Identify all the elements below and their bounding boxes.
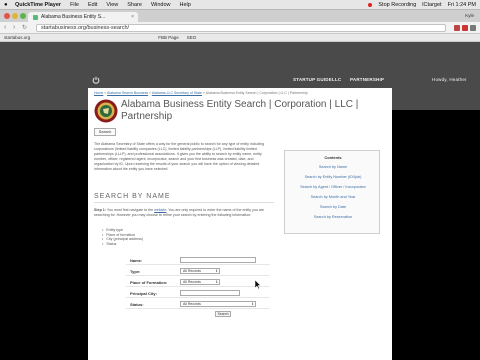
step1-text: You must first navigate to the (105, 208, 155, 212)
submit-search-button[interactable]: Search (215, 311, 231, 317)
state-seal-icon (94, 99, 118, 123)
form-row: Principal City: (126, 288, 270, 298)
form-row: Name: (126, 255, 270, 265)
name-input[interactable] (180, 257, 256, 263)
menu-view[interactable]: View (106, 2, 118, 8)
menu-help[interactable]: Help (180, 2, 191, 8)
contents-link[interactable]: Search by Date (285, 205, 381, 209)
back-icon[interactable]: ‹ (4, 24, 6, 32)
close-tab-icon[interactable]: × (131, 14, 134, 20)
website-link[interactable]: website (154, 208, 166, 212)
menubar: ● QuickTime Player File Edit View Share … (0, 0, 480, 10)
list-item: City (principal address) (102, 237, 143, 242)
zoom-window-icon[interactable] (20, 13, 26, 19)
contents-link[interactable]: Search by Reservation (285, 215, 381, 219)
step1-label: Step 1: (94, 208, 106, 212)
menubar-status: Stop Recording lCtarget Fri 1:24 PM (362, 2, 476, 8)
contents-box: Contents Search by Name Search by Entity… (284, 150, 380, 234)
type-label: Type: (130, 269, 141, 274)
menu-share[interactable]: Share (127, 2, 142, 8)
section-heading: SEARCH BY NAME (94, 193, 171, 200)
place-of-formation-select[interactable]: All Records (180, 279, 220, 285)
reload-icon[interactable]: ↻ (22, 24, 27, 32)
minimize-window-icon[interactable] (12, 13, 18, 19)
search-button[interactable]: Search (94, 128, 116, 136)
bookmarks-bar: startabus.org FBB Page SEO (0, 34, 480, 42)
intro-paragraph: The Alabama Secretary of State offers a … (94, 142, 265, 171)
bookmark-item[interactable]: FBB Page (158, 35, 179, 40)
step1-paragraph: Step 1: You must first navigate to the w… (94, 208, 274, 218)
breadcrumb-link[interactable]: Alabama Search Business (107, 91, 148, 95)
power-icon[interactable] (92, 76, 100, 84)
breadcrumb-current: » Alabama Business Entity Search | Corpo… (202, 91, 308, 95)
menubar-user[interactable]: lCtarget (422, 2, 441, 8)
forward-icon[interactable]: › (13, 24, 15, 32)
menu-icon[interactable] (470, 25, 476, 31)
status-select[interactable]: All Records (180, 301, 256, 307)
name-label: Name: (130, 258, 143, 263)
profile-badge[interactable]: Kyle (465, 13, 474, 18)
menu-window[interactable]: Window (151, 2, 171, 8)
principal-city-input[interactable] (180, 290, 240, 296)
mouse-cursor-icon (255, 280, 261, 289)
contents-link[interactable]: Search by Name (285, 165, 381, 169)
favicon-icon (33, 14, 38, 20)
breadcrumb-link[interactable]: Alabama LLC Secretary of State (152, 91, 202, 95)
screen: ● QuickTime Player File Edit View Share … (0, 0, 480, 360)
breadcrumb-home[interactable]: Home (94, 91, 103, 95)
menu-quicktime[interactable]: QuickTime Player (15, 2, 61, 8)
contents-link[interactable]: Search by Month and Year (285, 195, 381, 199)
page-title: Alabama Business Entity Search | Corpora… (121, 99, 359, 122)
content-page: Home » Alabama Search Business » Alabama… (88, 88, 392, 360)
nav-user[interactable]: Howdy, Heather (432, 77, 467, 82)
apple-icon[interactable]: ● (4, 2, 12, 8)
type-select[interactable]: All Records (180, 268, 220, 274)
list-item: Status (102, 242, 143, 247)
browser-tab[interactable]: Alabama Business Entity S... × (28, 12, 138, 22)
bookmark-item[interactable]: SEO (187, 35, 197, 40)
section-divider (94, 202, 274, 203)
menubar-clock: Fri 1:24 PM (447, 1, 476, 8)
record-icon (368, 2, 373, 7)
stop-recording[interactable]: Stop Recording (378, 2, 416, 8)
extension-icon[interactable] (462, 25, 468, 31)
status-label: Status: (130, 302, 144, 307)
nav-partnership[interactable]: PARTNERSHIP (350, 77, 384, 82)
extension-icons (452, 25, 476, 31)
address-input[interactable]: startabusiness.org/business-search/ (36, 24, 446, 32)
contents-title: Contents (324, 155, 342, 160)
nav-llc[interactable]: LLC (332, 77, 341, 82)
place-of-formation-label: Place of Formation: (130, 280, 168, 285)
principal-city-label: Principal City: (130, 291, 157, 296)
close-window-icon[interactable] (4, 13, 10, 19)
tab-title: Alabama Business Entity S... (41, 14, 106, 20)
extension-icon[interactable] (454, 25, 460, 31)
form-row: Type: All Records (126, 266, 270, 276)
url-bar: ‹ › ↻ startabusiness.org/business-search… (0, 22, 480, 34)
breadcrumb: Home » Alabama Search Business » Alabama… (94, 91, 308, 95)
menu-edit[interactable]: Edit (88, 2, 97, 8)
tab-bar: Alabama Business Entity S... × Kyle (0, 10, 480, 22)
form-row: Status: All Records (126, 299, 270, 309)
contents-link[interactable]: Search by Entity Number (ID/Ijob) (285, 175, 381, 179)
form-row: Place of Formation: All Records (126, 277, 270, 287)
contents-link[interactable]: Search by Agent / Officer / Incorporator (285, 185, 381, 189)
criteria-list: Entity type Place of formation City (pri… (102, 228, 143, 246)
menu-file[interactable]: File (70, 2, 79, 8)
site-nav: STARTUP GUIDE LLC PARTNERSHIP Howdy, Hea… (88, 73, 480, 88)
bookmark-item[interactable]: startabus.org (4, 35, 30, 40)
nav-startup-guide[interactable]: STARTUP GUIDE (293, 77, 332, 82)
